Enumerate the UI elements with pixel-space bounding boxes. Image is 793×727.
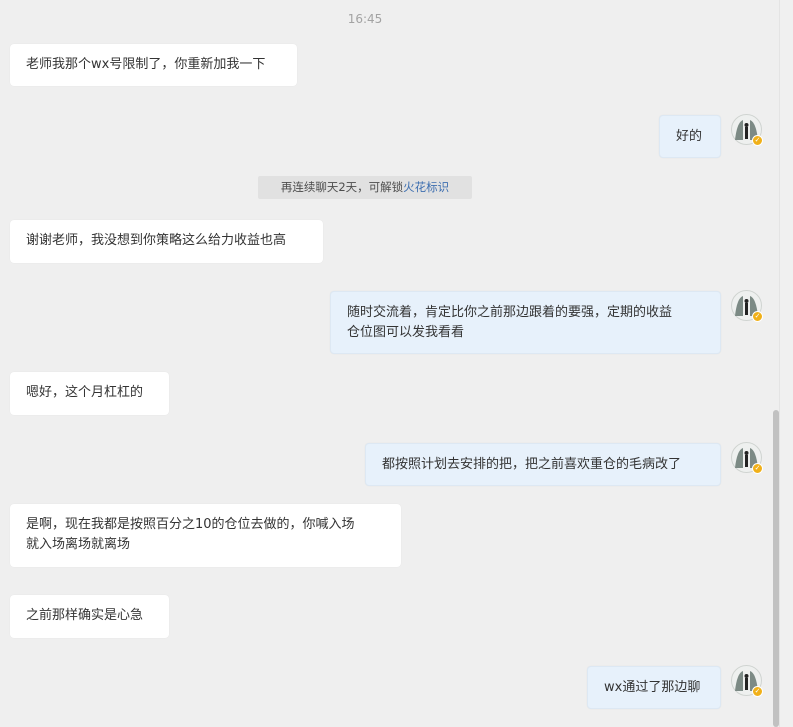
message-text: 谢谢老师，我没想到你策略这么给力收益也高 xyxy=(26,233,287,248)
user-avatar[interactable]: ✓ xyxy=(731,114,763,146)
message-bubble-outgoing[interactable]: wx通过了那边聊 xyxy=(587,666,721,709)
verified-badge-icon: ✓ xyxy=(752,686,763,697)
message-bubble-incoming[interactable]: 谢谢老师，我没想到你策略这么给力收益也高 xyxy=(10,220,323,263)
system-notice: 再连续聊天2天，可解锁火花标识 xyxy=(258,176,472,199)
message-text: 之前那样确实是心急 xyxy=(26,608,144,623)
message-text: wx通过了那边聊 xyxy=(604,680,701,695)
message-bubble-incoming[interactable]: 老师我那个wx号限制了，你重新加我一下 xyxy=(10,44,297,86)
chat-area[interactable]: 16:45 老师我那个wx号限制了，你重新加我一下 好的 ✓ 再连续聊天2天，可… xyxy=(0,0,779,727)
notice-text: 再连续聊天2天，可解锁 xyxy=(280,180,404,194)
message-bubble-outgoing[interactable]: 都按照计划去安排的把，把之前喜欢重仓的毛病改了 xyxy=(365,443,721,486)
user-avatar[interactable]: ✓ xyxy=(731,665,763,697)
scrollbar-track[interactable] xyxy=(779,0,793,727)
message-text-line: 就入场离场就离场 xyxy=(26,537,131,552)
message-text: 老师我那个wx号限制了，你重新加我一下 xyxy=(26,57,266,72)
message-bubble-incoming[interactable]: 嗯好，这个月杠杠的 xyxy=(10,372,169,415)
message-text-line: 仓位图可以发我看看 xyxy=(347,325,465,340)
message-bubble-incoming[interactable]: 是啊，现在我都是按照百分之10的仓位去做的，你喊入场 就入场离场就离场 xyxy=(10,504,401,567)
user-avatar[interactable]: ✓ xyxy=(731,442,763,474)
message-text: 嗯好，这个月杠杠的 xyxy=(26,385,144,400)
message-text: 都按照计划去安排的把，把之前喜欢重仓的毛病改了 xyxy=(382,457,682,472)
message-bubble-outgoing[interactable]: 随时交流着，肯定比你之前那边跟着的要强，定期的收益 仓位图可以发我看看 xyxy=(330,291,721,354)
verified-badge-icon: ✓ xyxy=(752,135,763,146)
verified-badge-icon: ✓ xyxy=(752,463,763,474)
verified-badge-icon: ✓ xyxy=(752,311,763,322)
message-text-line: 是啊，现在我都是按照百分之10的仓位去做的，你喊入场 xyxy=(26,517,355,532)
spark-badge-link[interactable]: 火花标识 xyxy=(403,180,449,194)
message-bubble-outgoing[interactable]: 好的 xyxy=(659,115,721,158)
message-text-line: 随时交流着，肯定比你之前那边跟着的要强，定期的收益 xyxy=(347,305,673,320)
message-text: 好的 xyxy=(676,129,703,144)
message-bubble-incoming[interactable]: 之前那样确实是心急 xyxy=(10,595,169,638)
message-timestamp: 16:45 xyxy=(347,12,383,26)
user-avatar[interactable]: ✓ xyxy=(731,290,763,322)
scrollbar-thumb[interactable] xyxy=(773,410,779,727)
